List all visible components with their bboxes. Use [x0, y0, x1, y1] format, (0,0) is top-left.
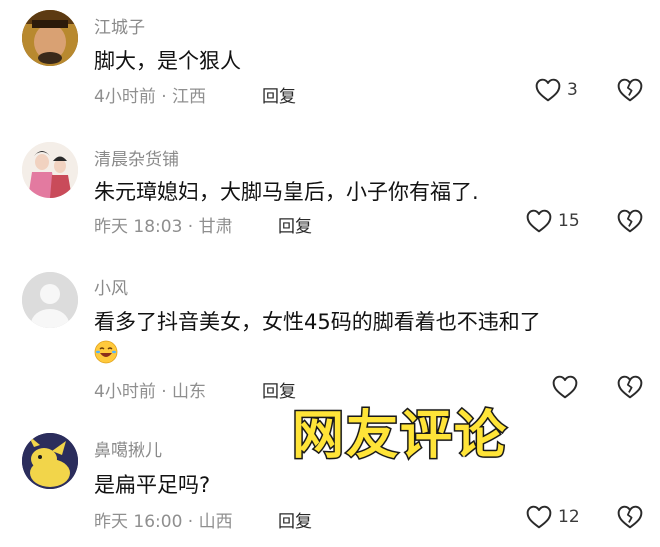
comment-text: 是扁平足吗?: [94, 473, 211, 497]
comment-meta: 4小时前 · 山东: [94, 382, 207, 402]
dislike-button[interactable]: [617, 209, 643, 237]
reply-button[interactable]: 回复: [278, 212, 312, 237]
comment-meta: 4小时前 · 江西: [94, 87, 207, 107]
like-count: 15: [558, 211, 580, 231]
broken-heart-icon: [617, 505, 643, 529]
reply-button[interactable]: 回复: [278, 507, 312, 532]
comment-meta: 昨天 16:00 · 山西: [94, 512, 233, 532]
broken-heart-icon: [617, 209, 643, 233]
avatar[interactable]: [22, 10, 78, 66]
username[interactable]: 鼻噶揪儿: [94, 436, 162, 461]
like-button[interactable]: 15: [526, 209, 580, 233]
dislike-button[interactable]: [617, 78, 643, 106]
dislike-button[interactable]: [617, 375, 643, 403]
heart-outline-icon: [552, 375, 578, 399]
broken-heart-icon: [617, 78, 643, 102]
overlay-caption: 网友评论: [290, 405, 509, 468]
heart-outline-icon: [535, 78, 561, 102]
comment-text: 朱元璋媳妇，大脚马皇后，小子你有福了.: [94, 180, 479, 204]
comment-meta: 昨天 18:03 · 甘肃: [94, 217, 233, 237]
username[interactable]: 清晨杂货铺: [94, 145, 179, 170]
like-count: 12: [558, 507, 580, 527]
avatar[interactable]: [22, 433, 78, 489]
like-count: 3: [567, 80, 578, 100]
heart-outline-icon: [526, 209, 552, 233]
comment-text: 看多了抖音美女，女性45码的脚看着也不违和了: [94, 310, 541, 334]
avatar[interactable]: [22, 272, 78, 328]
like-button[interactable]: 3: [535, 78, 578, 102]
heart-outline-icon: [526, 505, 552, 529]
avatar[interactable]: [22, 142, 78, 198]
reply-button[interactable]: 回复: [262, 82, 296, 107]
like-button[interactable]: [552, 375, 584, 399]
username[interactable]: 小风: [94, 274, 128, 299]
broken-heart-icon: [617, 375, 643, 399]
comment-text: 脚大，是个狠人: [94, 49, 241, 73]
laughing-emoji-icon: [94, 340, 118, 364]
like-button[interactable]: 12: [526, 505, 580, 529]
reply-button[interactable]: 回复: [262, 377, 296, 402]
username[interactable]: 江城子: [94, 13, 145, 38]
dislike-button[interactable]: [617, 505, 643, 533]
